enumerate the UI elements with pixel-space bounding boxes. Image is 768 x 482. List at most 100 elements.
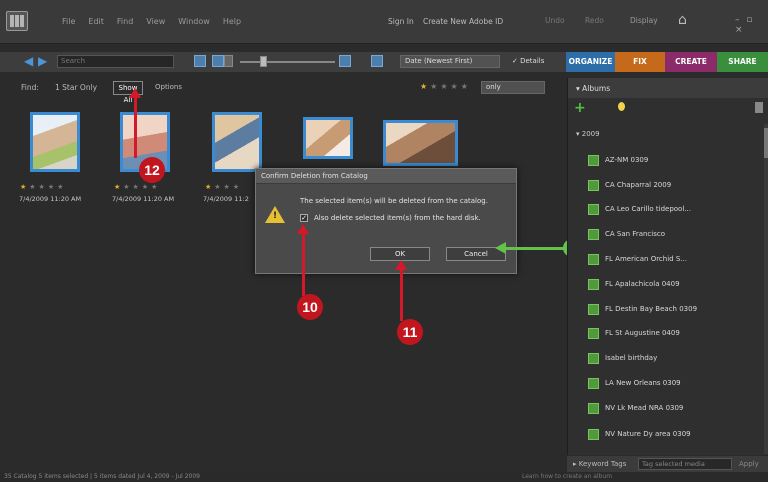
dialog-message: The selected item(s) will be deleted fro… bbox=[300, 197, 488, 205]
album-item[interactable]: FL American Orchid S... bbox=[588, 250, 687, 268]
thumbnail-stars[interactable]: ★★★★★ bbox=[114, 183, 160, 191]
home-icon[interactable]: ⌂ bbox=[678, 12, 687, 28]
albums-title: Albums bbox=[582, 84, 611, 93]
year-group[interactable]: ▾ 2009 bbox=[576, 130, 600, 138]
apply-button[interactable]: Apply bbox=[739, 460, 759, 468]
callout-11-arrow bbox=[400, 268, 403, 321]
album-icon bbox=[588, 303, 599, 315]
album-item[interactable]: Isabel birthday bbox=[588, 349, 657, 367]
albums-panel: ▾ Albums + ▾ 2009 AZ-NM 0309 CA Chaparra… bbox=[567, 78, 768, 455]
slider-handle[interactable] bbox=[260, 56, 267, 67]
undo-button[interactable]: Undo bbox=[545, 16, 565, 25]
rating-condition-select[interactable]: only bbox=[481, 81, 545, 94]
callout-12-arrowhead bbox=[129, 88, 141, 98]
trash-icon[interactable] bbox=[755, 102, 763, 113]
album-icon bbox=[588, 179, 599, 191]
album-item[interactable]: LA New Orleans 0309 bbox=[588, 374, 681, 392]
large-thumbs-icon[interactable] bbox=[339, 55, 351, 67]
album-item[interactable]: NV Lk Mead NRA 0309 bbox=[588, 399, 683, 417]
album-icon bbox=[588, 377, 599, 389]
tab-organize[interactable]: ORGANIZE bbox=[566, 52, 615, 72]
confirm-deletion-dialog: Confirm Deletion from Catalog ! The sele… bbox=[255, 168, 517, 274]
thumbnail-date: 7/4/2009 11:2 bbox=[203, 195, 249, 203]
menu-window[interactable]: Window bbox=[178, 17, 210, 26]
keyword-tags-bar: ▸ Keyword Tags Tag selected media Apply bbox=[567, 456, 768, 472]
menu-file[interactable]: File bbox=[62, 17, 75, 26]
album-item[interactable]: NV Nature Dy area 0309 bbox=[588, 425, 691, 443]
learn-album-link[interactable]: Learn how to create an album bbox=[522, 473, 612, 480]
album-item[interactable]: FL Apalachicola 0409 bbox=[588, 275, 680, 293]
rating-filter-text: 1 Star Only bbox=[55, 83, 98, 92]
redo-button[interactable]: Redo bbox=[585, 16, 604, 25]
album-item[interactable]: FL St Augustine 0409 bbox=[588, 324, 680, 342]
menu-help[interactable]: Help bbox=[223, 17, 241, 26]
callout-11-arrowhead bbox=[395, 260, 407, 270]
rating-stars-filter[interactable]: ★★★★★ bbox=[420, 82, 471, 91]
tab-fix[interactable]: FIX bbox=[615, 52, 665, 72]
thumbnail-date: 7/4/2009 11:20 AM bbox=[19, 195, 82, 203]
status-bar: 35 Catalog 5 items selected | 5 items da… bbox=[0, 472, 768, 482]
tag-input[interactable]: Tag selected media bbox=[638, 458, 732, 470]
thumbnail-stars[interactable]: ★★★★ bbox=[205, 183, 242, 191]
menu-bar: File Edit Find View Window Help Sign In … bbox=[0, 0, 768, 44]
album-icon bbox=[588, 402, 599, 414]
details-checkbox[interactable]: ✓ Details bbox=[512, 57, 544, 65]
photo-thumbnail[interactable] bbox=[212, 112, 262, 172]
album-icon bbox=[588, 278, 599, 290]
album-icon bbox=[588, 327, 599, 339]
callout-10-arrowhead bbox=[297, 224, 309, 234]
dialog-title: Confirm Deletion from Catalog bbox=[256, 169, 516, 184]
small-thumbs-icon[interactable] bbox=[224, 55, 233, 67]
album-item[interactable]: CA Leo Carillo tidepool... bbox=[588, 200, 691, 218]
cancel-callout-arrow bbox=[505, 247, 568, 250]
album-item[interactable]: CA San Francisco bbox=[588, 225, 665, 243]
sort-order-select[interactable]: Date (Newest First) bbox=[400, 55, 500, 68]
delete-from-disk-checkbox[interactable]: ✓ bbox=[300, 214, 308, 222]
warning-mark: ! bbox=[273, 211, 278, 221]
create-adobe-id-link[interactable]: Create New Adobe ID bbox=[423, 17, 503, 26]
date-view-icon[interactable] bbox=[212, 55, 224, 67]
thumbnail-size-slider[interactable] bbox=[240, 61, 335, 63]
album-item[interactable]: FL Destin Bay Beach 0309 bbox=[588, 300, 697, 318]
album-item[interactable]: CA Chaparral 2009 bbox=[588, 176, 671, 194]
keyword-tags-label: Keyword Tags bbox=[578, 460, 627, 468]
photo-view-icon[interactable] bbox=[194, 55, 206, 67]
tab-create[interactable]: CREATE bbox=[665, 52, 717, 72]
back-arrow-icon[interactable]: ◀ bbox=[24, 55, 34, 67]
keyword-tags-toggle[interactable]: ▸ Keyword Tags bbox=[573, 460, 626, 468]
forward-arrow-icon[interactable]: ▶ bbox=[38, 55, 48, 67]
menu-edit[interactable]: Edit bbox=[88, 17, 104, 26]
albums-header[interactable]: ▾ Albums bbox=[568, 78, 768, 98]
photo-thumbnail[interactable] bbox=[30, 112, 80, 172]
main-menu: File Edit Find View Window Help bbox=[62, 17, 241, 26]
organizer-icon[interactable] bbox=[6, 11, 28, 31]
album-icon bbox=[588, 203, 599, 215]
menu-view[interactable]: View bbox=[146, 17, 165, 26]
tab-share[interactable]: SHARE bbox=[717, 52, 768, 72]
callout-12-arrow bbox=[134, 96, 137, 158]
options-menu[interactable]: Options bbox=[155, 83, 182, 91]
thumbnail-stars[interactable]: ★★★★★ bbox=[20, 183, 66, 191]
photo-thumbnail[interactable] bbox=[303, 117, 353, 159]
display-button[interactable]: Display bbox=[630, 16, 658, 25]
callout-12: 12 bbox=[139, 157, 165, 183]
window-controls[interactable]: – ▫ × bbox=[735, 15, 768, 35]
albums-scroll-thumb[interactable] bbox=[764, 128, 768, 158]
add-album-icon[interactable]: + bbox=[574, 100, 586, 116]
thumbnail-date: 7/4/2009 11:20 AM bbox=[112, 195, 175, 203]
album-item[interactable]: AZ-NM 0309 bbox=[588, 151, 648, 169]
smart-album-icon[interactable] bbox=[618, 102, 625, 111]
photo-thumbnail[interactable] bbox=[383, 120, 458, 166]
menu-find[interactable]: Find bbox=[117, 17, 133, 26]
ok-button[interactable]: OK bbox=[370, 247, 430, 261]
find-bar: Find: 1 Star Only Show All Options ★★★★★… bbox=[0, 78, 563, 104]
status-text: 35 Catalog 5 items selected | 5 items da… bbox=[4, 473, 200, 480]
search-input[interactable]: Search bbox=[57, 55, 174, 68]
album-icon bbox=[588, 352, 599, 364]
year-label: 2009 bbox=[581, 130, 600, 138]
sign-in-link[interactable]: Sign In bbox=[388, 17, 414, 26]
albums-scrollbar[interactable] bbox=[764, 124, 768, 454]
full-screen-icon[interactable] bbox=[371, 55, 383, 67]
callout-10-arrow bbox=[302, 232, 305, 296]
callout-10: 10 bbox=[297, 294, 323, 320]
